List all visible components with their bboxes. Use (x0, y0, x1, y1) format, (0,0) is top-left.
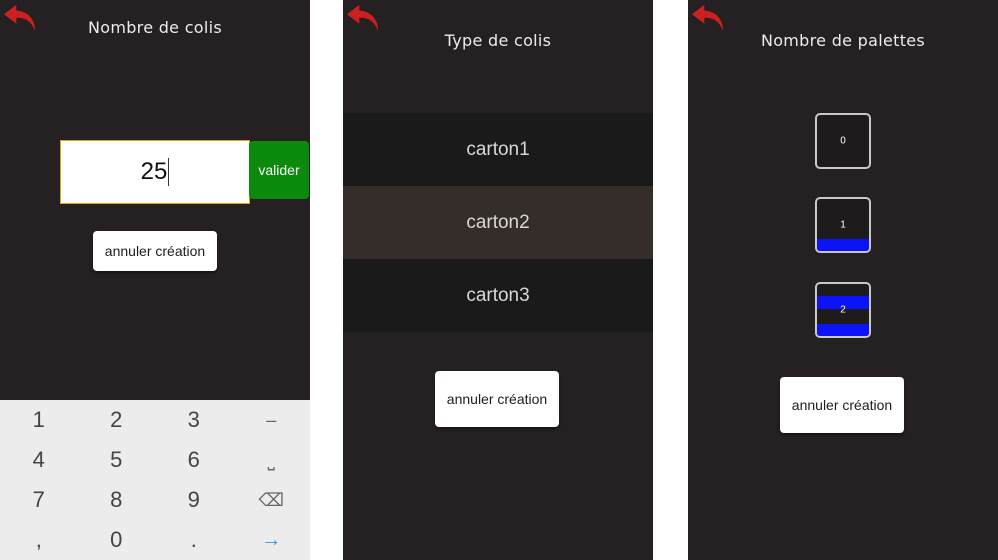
pallet-option-1[interactable]: 1 (815, 197, 871, 253)
key-space-icon[interactable]: ⎵ (233, 440, 311, 480)
screen-nombre-de-palettes: Nombre de palettes 0 1 2 annuler créatio… (688, 0, 998, 560)
key-comma[interactable]: , (0, 520, 78, 560)
key-backspace-icon[interactable]: ⌫ (233, 480, 311, 520)
pallet-layer-icon (817, 239, 869, 251)
package-type-item[interactable]: carton1 (343, 113, 653, 186)
key-0[interactable]: 0 (78, 520, 156, 560)
package-type-list: carton1 carton2 carton3 (343, 113, 653, 332)
key-4[interactable]: 4 (0, 440, 78, 480)
package-type-item-selected[interactable]: carton2 (343, 186, 653, 259)
key-minus[interactable]: – (233, 400, 311, 440)
key-1[interactable]: 1 (0, 400, 78, 440)
page-title: Type de colis (444, 31, 552, 50)
cancel-creation-button[interactable]: annuler création (780, 377, 904, 433)
pallet-count-label: 0 (840, 135, 846, 147)
key-8[interactable]: 8 (78, 480, 156, 520)
key-period[interactable]: . (155, 520, 233, 560)
package-type-item[interactable]: carton3 (343, 259, 653, 332)
key-7[interactable]: 7 (0, 480, 78, 520)
cancel-creation-button[interactable]: annuler création (93, 231, 217, 271)
key-enter-icon[interactable]: → (233, 520, 311, 560)
pallet-option-2[interactable]: 2 (815, 282, 871, 338)
quantity-input-value: 25 (140, 158, 168, 185)
key-6[interactable]: 6 (155, 440, 233, 480)
cancel-creation-button[interactable]: annuler création (435, 371, 559, 427)
key-5[interactable]: 5 (78, 440, 156, 480)
screen-type-de-colis: Type de colis carton1 carton2 carton3 an… (343, 0, 653, 560)
screen-nombre-de-colis: Nombre de colis 25 valider annuler créat… (0, 0, 310, 560)
key-2[interactable]: 2 (78, 400, 156, 440)
key-3[interactable]: 3 (155, 400, 233, 440)
quantity-input[interactable]: 25 (60, 140, 250, 204)
pallet-layer-icon (817, 324, 869, 336)
page-title: Nombre de palettes (760, 31, 926, 50)
numeric-keypad: 1 2 3 – 4 5 6 ⎵ 7 8 9 ⌫ , 0 . → (0, 400, 310, 560)
pallet-count-label: 2 (840, 304, 846, 316)
key-9[interactable]: 9 (155, 480, 233, 520)
pallet-count-label: 1 (840, 219, 846, 231)
page-title: Nombre de colis (87, 18, 223, 37)
text-caret (168, 158, 170, 186)
valider-button[interactable]: valider (249, 141, 309, 199)
pallet-option-0[interactable]: 0 (815, 113, 871, 169)
